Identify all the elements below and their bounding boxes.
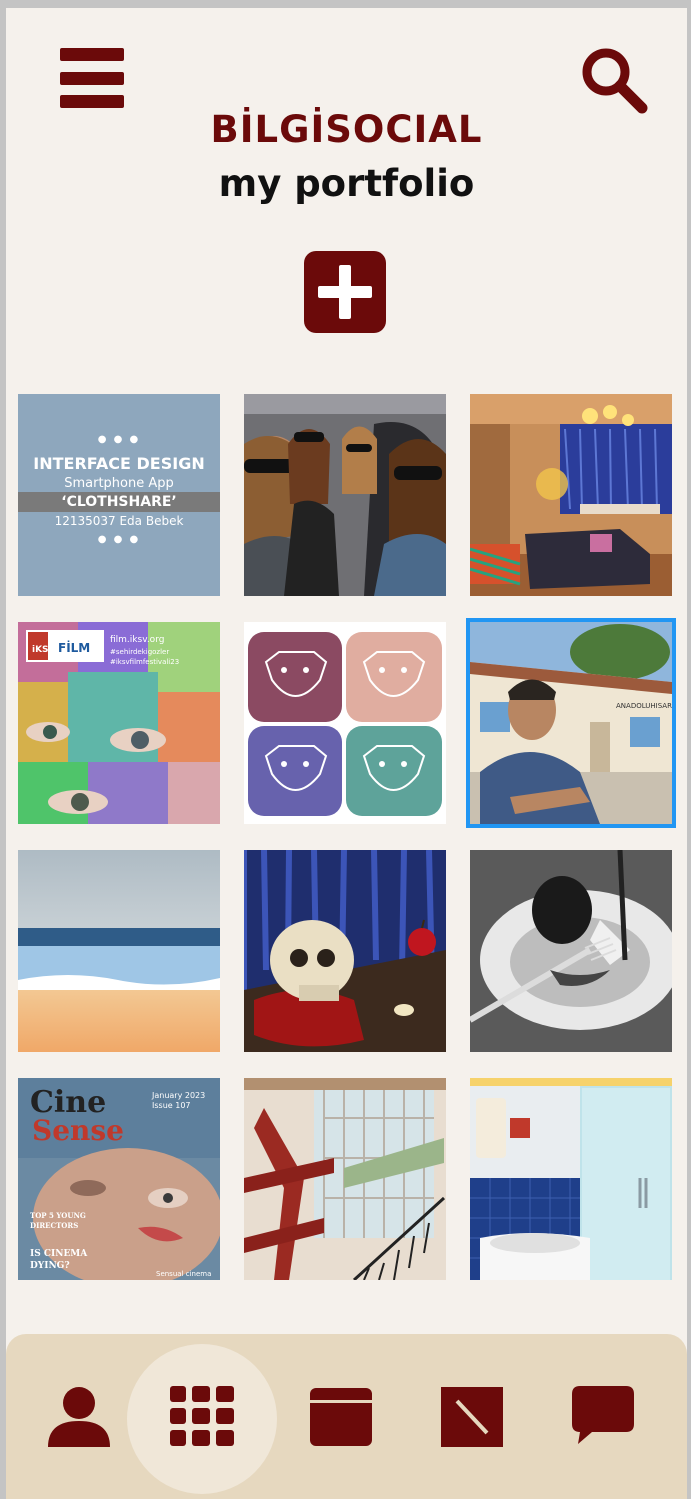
portfolio-screen: BİLGİSOCIAL my portfolio ● ● ● INTERFACE… (6, 8, 687, 1499)
portfolio-item[interactable]: Cine Sense January 2023 Issue 107 TOP 5 … (18, 1078, 220, 1280)
svg-text:TOP 5 YOUNG: TOP 5 YOUNG (30, 1211, 86, 1220)
portfolio-item[interactable]: iKSV FİLM film.iksv.org #sehirdekigozler… (18, 622, 220, 824)
portfolio-item[interactable] (244, 850, 446, 1052)
svg-text:DIRECTORS: DIRECTORS (30, 1221, 78, 1230)
edit-icon[interactable] (441, 1387, 503, 1447)
svg-text:ANADOLUHISARI: ANADOLUHISARI (616, 702, 672, 710)
svg-text:FİLM: FİLM (58, 640, 90, 655)
svg-text:Issue 107: Issue 107 (152, 1101, 191, 1110)
pug-logo-variations-image (244, 622, 446, 824)
chat-bubble-icon[interactable] (572, 1386, 634, 1446)
profile-icon[interactable] (46, 1385, 112, 1447)
industrial-interior-image (244, 1078, 446, 1280)
item-title: INTERFACE DESIGN (33, 454, 205, 473)
women-in-car-image (244, 394, 446, 596)
hamburger-menu-icon[interactable] (60, 48, 124, 108)
portfolio-item[interactable] (18, 850, 220, 1052)
portfolio-item[interactable] (470, 850, 672, 1052)
add-post-button[interactable] (304, 251, 386, 333)
portfolio-item[interactable] (244, 622, 446, 824)
search-icon[interactable] (578, 44, 650, 116)
calendar-icon[interactable] (310, 1388, 372, 1446)
portfolio-item[interactable] (470, 394, 672, 596)
film-festival-poster-image: iKSV FİLM film.iksv.org #sehirdekigozler… (18, 622, 220, 824)
page-subtitle: my portfolio (218, 162, 475, 205)
svg-text:film.iksv.org: film.iksv.org (110, 635, 164, 645)
portfolio-item-selected[interactable]: ANADOLUHISARI (466, 618, 676, 828)
portfolio-item[interactable] (244, 1078, 446, 1280)
grid-icon[interactable] (170, 1386, 234, 1446)
plate-still-life-image (470, 850, 672, 1052)
svg-text:#iksvfilmfestivali23: #iksvfilmfestivali23 (110, 658, 179, 666)
portfolio-item[interactable] (470, 1078, 672, 1280)
svg-text:IS CINEMA: IS CINEMA (30, 1249, 88, 1259)
svg-text:Sense: Sense (32, 1114, 124, 1147)
portfolio-item[interactable]: ● ● ● INTERFACE DESIGN Smartphone App ‘C… (18, 394, 220, 596)
portfolio-item[interactable] (244, 394, 446, 596)
bathroom-interior-image (470, 1078, 672, 1280)
svg-text:DYING?: DYING? (30, 1261, 70, 1271)
portrait-anadoluhisari-image: ANADOLUHISARI (470, 622, 672, 824)
skull-still-life-image (244, 850, 446, 1052)
app-title: BİLGİSOCIAL (210, 108, 483, 151)
svg-text:January 2023: January 2023 (151, 1091, 205, 1100)
svg-text:iKSV: iKSV (32, 645, 56, 655)
svg-text:Sensual cinema: Sensual cinema (156, 1270, 211, 1278)
cinesense-magazine-cover-image: Cine Sense January 2023 Issue 107 TOP 5 … (18, 1078, 220, 1280)
living-room-image (470, 394, 672, 596)
beach-landscape-image (18, 850, 220, 1052)
svg-text:#sehirdekigozler: #sehirdekigozler (110, 648, 169, 656)
